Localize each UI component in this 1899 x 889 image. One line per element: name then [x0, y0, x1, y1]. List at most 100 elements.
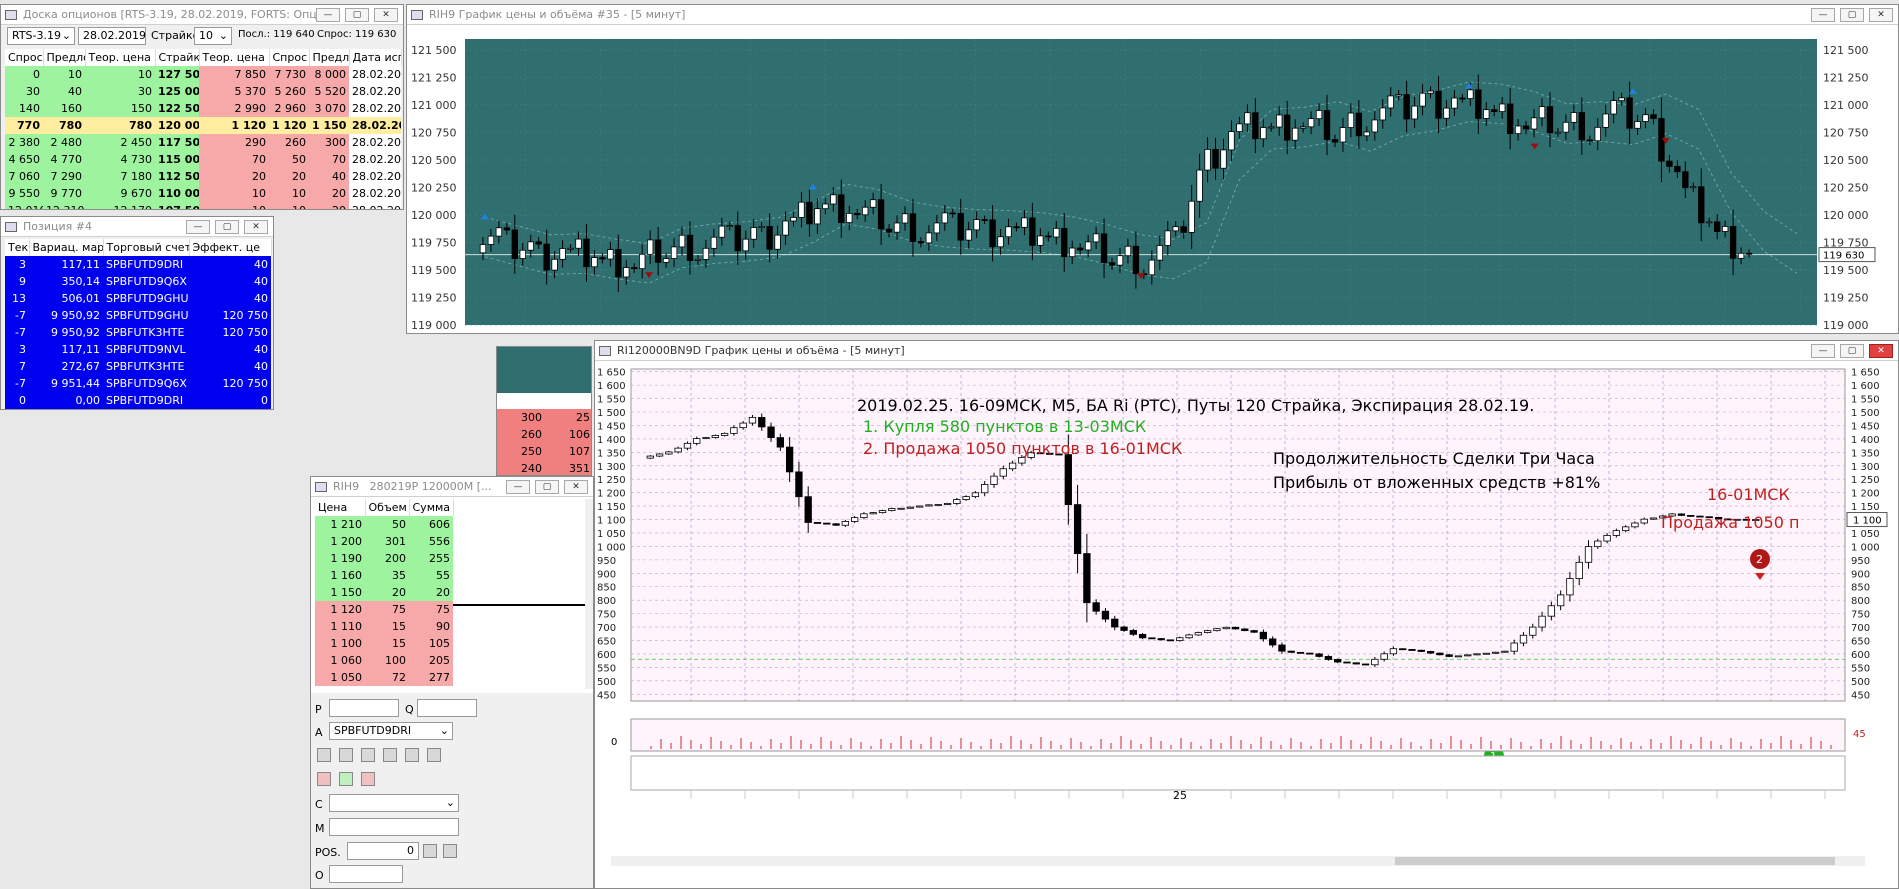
toolbar-button-4[interactable]: [383, 748, 397, 762]
pos-button-1[interactable]: [423, 844, 437, 858]
table-cell: 10: [199, 202, 269, 209]
account-select[interactable]: SPBFUTD9DRI ⌄: [329, 722, 453, 740]
maximize-icon[interactable]: ▢: [1840, 343, 1864, 358]
table-row[interactable]: -7 9 950,92 SPBFUTD9GHU 120 750: [5, 307, 271, 324]
table-row[interactable]: 9 350,14 SPBFUTD9Q6X 40: [5, 273, 271, 290]
close-icon[interactable]: ✕: [1869, 343, 1893, 358]
minimize-icon[interactable]: —: [1811, 7, 1835, 22]
table-row[interactable]: 1 050 72 277: [315, 669, 453, 686]
candle: [1334, 659, 1342, 663]
candle: [822, 203, 829, 210]
candle: [1260, 127, 1267, 140]
table-row[interactable]: 12 01012 31012 170107 50010102028.02.201…: [5, 202, 401, 209]
table-row[interactable]: 01010127 5007 8507 7308 00028.02.2019: [5, 66, 401, 83]
options-board-titlebar[interactable]: Доска опционов [RTS-3.19, 28.02.2019, FO…: [1, 5, 403, 25]
maximize-icon[interactable]: ▢: [215, 219, 239, 234]
table-cell: 205: [409, 652, 453, 669]
candle: [1556, 594, 1565, 607]
table-row[interactable]: 1 210 50 606: [315, 516, 453, 533]
table-row[interactable]: 0 0,00 SPBFUTD9DRI 0: [5, 392, 271, 409]
toolbar-button-5[interactable]: [405, 748, 419, 762]
ri120000-price-chart[interactable]: 1 650 1 650 1 600 1 600 1 550 1 550 1 500 1 500…: [595, 361, 1898, 888]
table-row[interactable]: 240 351: [497, 460, 591, 475]
o-input[interactable]: [329, 865, 403, 883]
table-row[interactable]: 1 200 301 556: [315, 533, 453, 550]
table-cell: 160: [43, 100, 85, 117]
table-row[interactable]: 140160150122 5002 9902 9603 07028.02.201…: [5, 100, 401, 117]
strikes-select[interactable]: 10 ⌄: [194, 27, 232, 45]
scrollbar-thumb[interactable]: [1395, 857, 1835, 865]
minimize-icon[interactable]: —: [186, 219, 210, 234]
table-row[interactable]: 4 6504 7704 730115 00070507028.02.2019: [5, 151, 401, 168]
table-row[interactable]: 13 506,01 SPBFUTD9GHU 40: [5, 290, 271, 307]
table-row[interactable]: 250 107: [497, 443, 591, 460]
position-titlebar[interactable]: Позиция #4 — ▢ ✕: [1, 217, 273, 237]
table-row[interactable]: 1 160 35 55: [315, 567, 453, 584]
table-row[interactable]: 300 25: [497, 409, 591, 426]
price-input[interactable]: [329, 699, 399, 717]
scroll-left-icon[interactable]: ‹: [499, 385, 503, 396]
toolbar-button-3[interactable]: [361, 748, 375, 762]
candle: [877, 199, 885, 230]
close-icon[interactable]: ✕: [564, 479, 588, 494]
table-row[interactable]: 1 110 15 90: [315, 618, 453, 635]
orderbook-titlebar[interactable]: RIH9 280219P 120000M [... — ▢ ✕: [311, 477, 593, 497]
table-row[interactable]: 1 150 20 20: [315, 584, 453, 601]
table-row[interactable]: 1 190 200 255: [315, 550, 453, 567]
table-row[interactable]: 770780780120 0001 1201 1201 15028.02.201…: [5, 117, 401, 134]
table-cell: 9 951,44: [29, 375, 103, 392]
minimize-icon[interactable]: —: [316, 7, 340, 22]
instrument-select[interactable]: RTS-3.19 ⌄: [7, 27, 75, 45]
table-row[interactable]: 2 3802 4802 450117 50029026030028.02.201…: [5, 134, 401, 151]
quantity-input[interactable]: [417, 699, 477, 717]
table-row[interactable]: 1 120 75 75: [315, 601, 453, 618]
table-row[interactable]: -7 9 951,44 SPBFUTD9Q6X 120 750: [5, 375, 271, 392]
pos-input[interactable]: 0: [347, 842, 419, 860]
candle: [527, 241, 534, 251]
maximize-icon[interactable]: ▢: [345, 7, 369, 22]
pos-button-2[interactable]: [443, 844, 457, 858]
m-input[interactable]: [329, 818, 459, 836]
minimize-icon[interactable]: —: [1811, 343, 1835, 358]
options-board-title: Доска опционов [RTS-3.19, 28.02.2019, FO…: [23, 8, 316, 21]
chevron-down-icon: ⌄: [61, 29, 71, 42]
candle: [1395, 94, 1402, 97]
rih9-chart-titlebar[interactable]: RIH9 График цены и объёма #35 - [5 минут…: [407, 5, 1898, 25]
table-row[interactable]: 7 0607 2907 180112 50020204028.02.2019: [5, 168, 401, 185]
candle: [869, 199, 877, 208]
table-cell: 506,01: [29, 290, 103, 307]
order-button-2[interactable]: [339, 772, 353, 786]
c-select[interactable]: ⌄: [329, 794, 459, 812]
orderbook-scrollbar[interactable]: [585, 499, 593, 689]
toolbar-button-6[interactable]: [427, 748, 441, 762]
minimize-icon[interactable]: —: [506, 479, 530, 494]
candle: [1287, 650, 1295, 653]
candle: [1426, 651, 1435, 654]
rih9-price-chart[interactable]: 121 500 121 500 121 250 121 250 121 000 121 0…: [407, 25, 1898, 333]
maximize-icon[interactable]: ▢: [1840, 7, 1864, 22]
close-icon[interactable]: ✕: [1869, 7, 1893, 22]
table-row[interactable]: 7 272,67 SPBFUTK3HTE 40: [5, 358, 271, 375]
table-row[interactable]: 9 5509 7709 670110 00010102028.02.2019: [5, 185, 401, 202]
table-row[interactable]: 3 117,11 SPBFUTD9NVL 40: [5, 341, 271, 358]
order-button-3[interactable]: [361, 772, 375, 786]
expiration-select[interactable]: 28.02.2019⌄: [78, 27, 146, 55]
table-row[interactable]: 304030125 0005 3705 2605 52028.02.2019: [5, 83, 401, 100]
table-row[interactable]: -7 9 950,92 SPBFUTK3HTE 120 750: [5, 324, 271, 341]
table-row[interactable]: 260 106: [497, 426, 591, 443]
table-row[interactable]: 1 100 15 105: [315, 635, 453, 652]
candle: [720, 432, 729, 436]
maximize-icon[interactable]: ▢: [535, 479, 559, 494]
close-icon[interactable]: ✕: [244, 219, 268, 234]
table-cell: 50: [269, 151, 309, 168]
table-cell: 606: [409, 516, 453, 533]
table-row[interactable]: 00,00SPBFUTD9NVL0: [5, 409, 271, 410]
table-row[interactable]: 3 117,11 SPBFUTD9DRI 40: [5, 256, 271, 273]
table-row[interactable]: 1 060 100 205: [315, 652, 453, 669]
toolbar-button-1[interactable]: [317, 748, 331, 762]
table-cell: 1 150: [315, 584, 365, 601]
close-icon[interactable]: ✕: [374, 7, 398, 22]
ri120000-chart-titlebar[interactable]: RI120000BN9D График цены и объёма - [5 м…: [595, 341, 1898, 361]
toolbar-button-2[interactable]: [339, 748, 353, 762]
order-button-1[interactable]: [317, 772, 331, 786]
